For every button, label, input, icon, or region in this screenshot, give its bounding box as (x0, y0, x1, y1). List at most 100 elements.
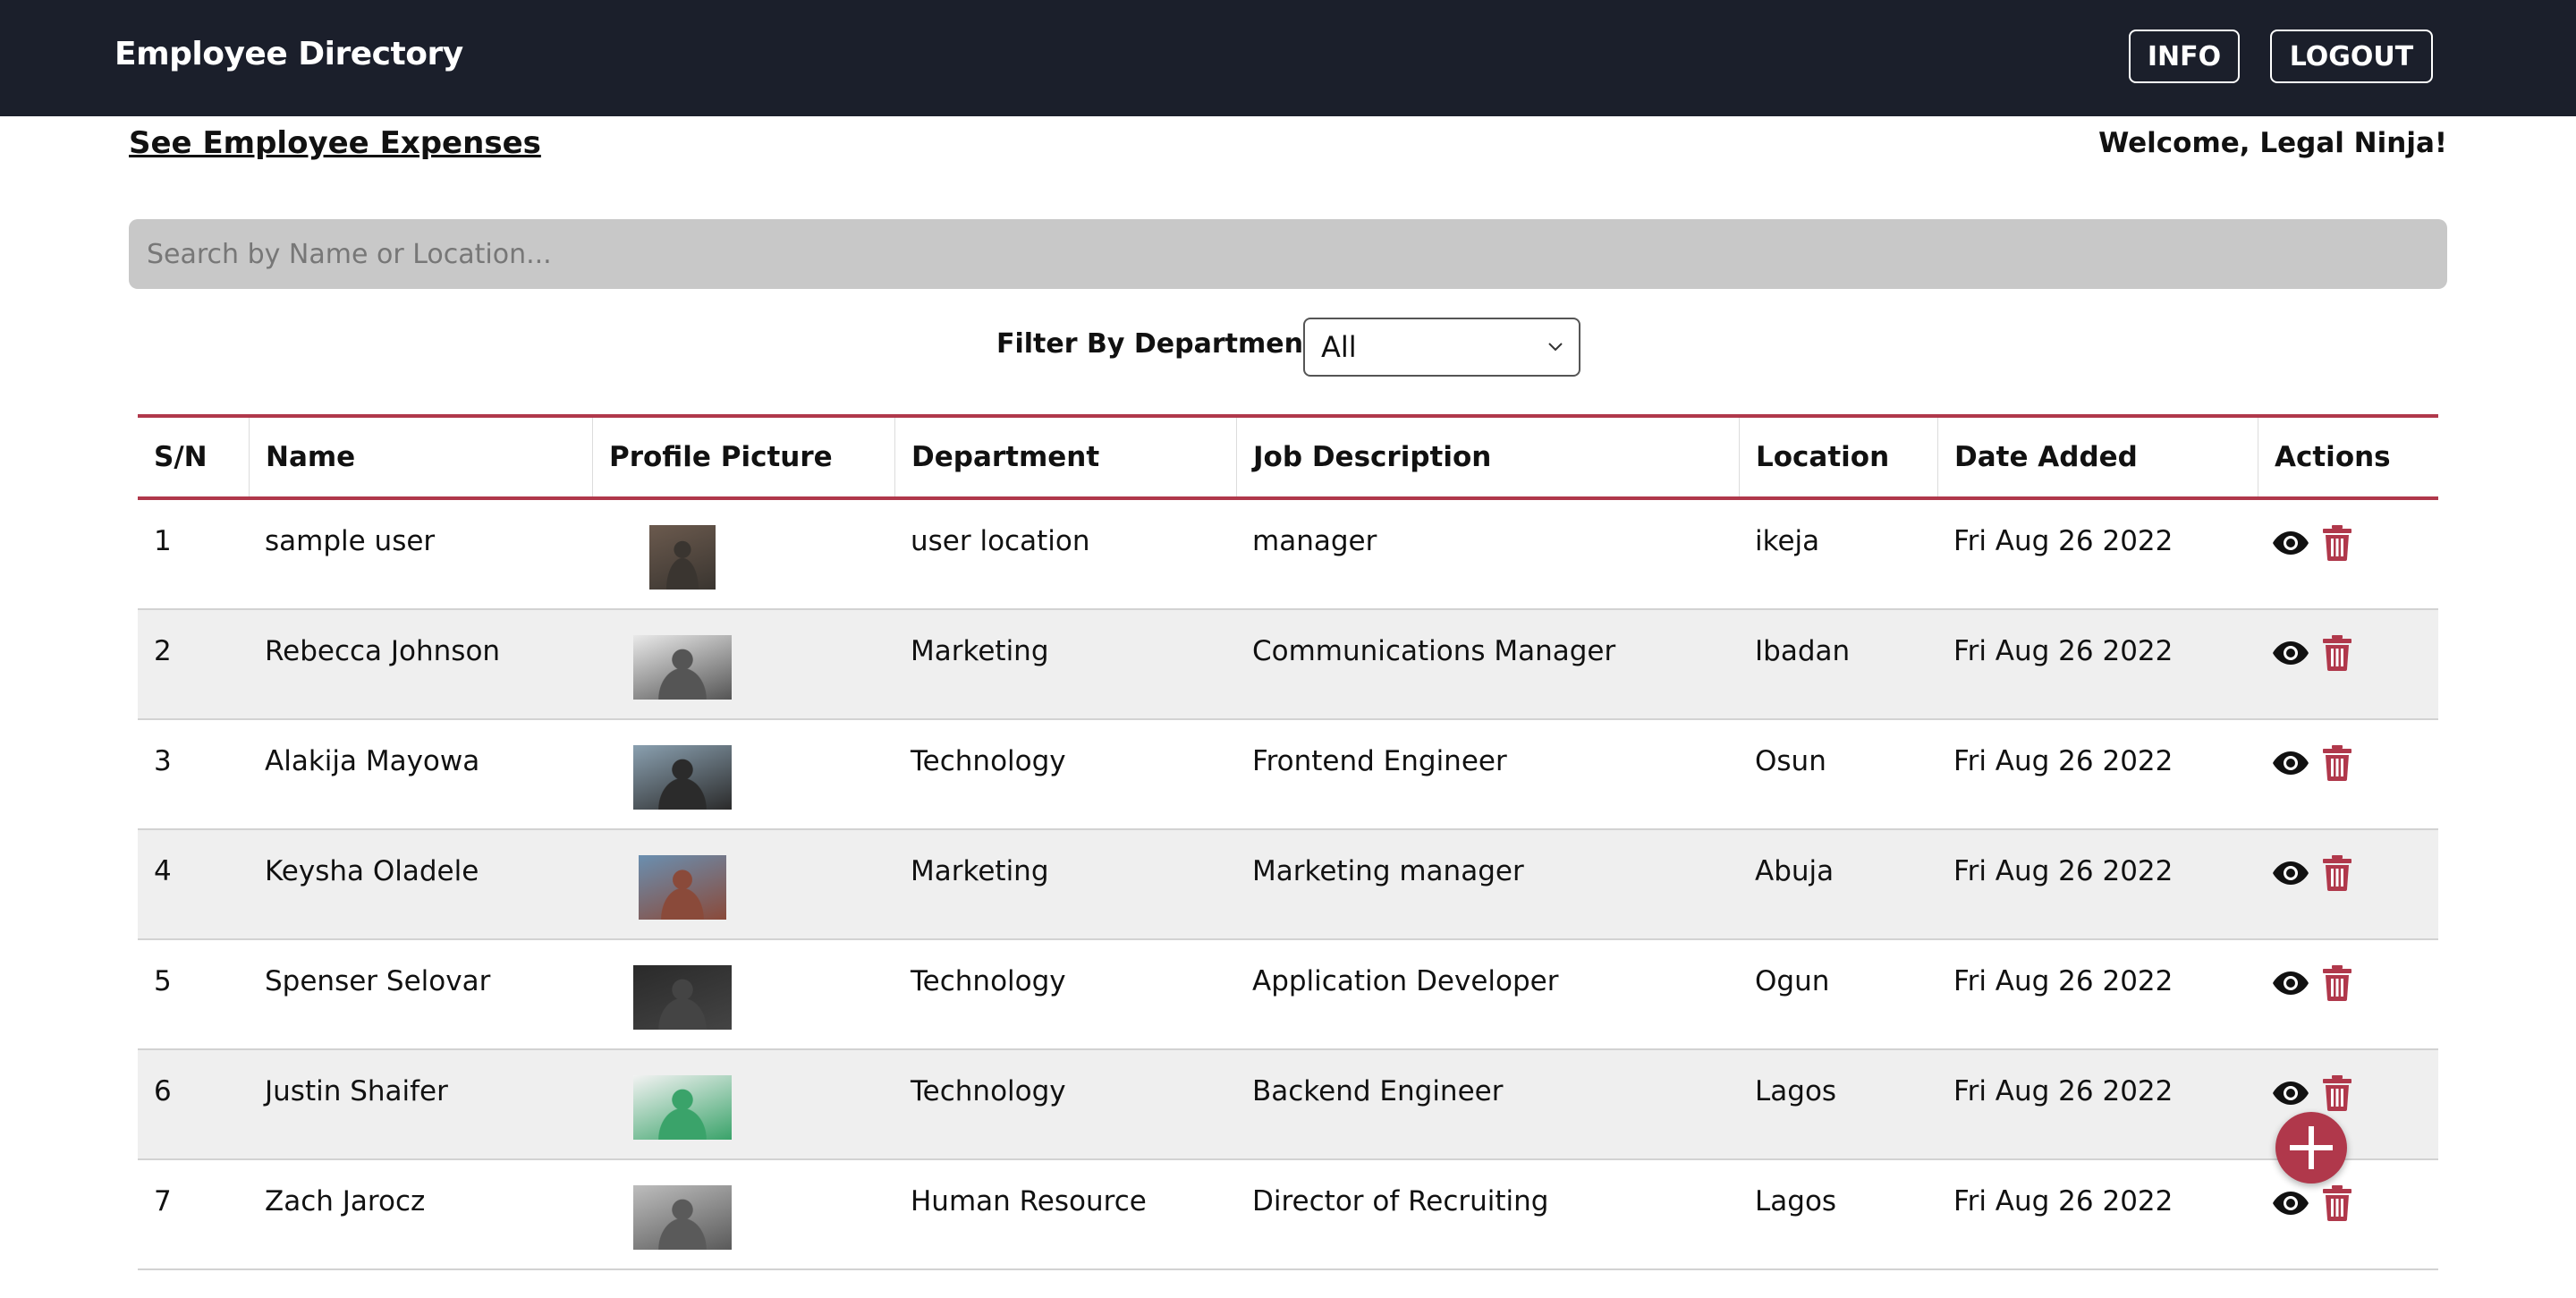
eye-icon[interactable] (2272, 640, 2309, 666)
table-header: S/N Name Profile Picture Department Job … (138, 418, 2438, 500)
cell-location: Lagos (1755, 1185, 1837, 1217)
profile-picture (649, 525, 716, 590)
table-row: 1 sample user user location manager ikej… (138, 500, 2438, 610)
cell-location: Ibadan (1755, 635, 1851, 667)
cell-sn: 7 (154, 1185, 172, 1217)
trash-icon[interactable] (2322, 635, 2352, 671)
cell-date-added: Fri Aug 26 2022 (1953, 525, 2174, 557)
filter-label: Filter By Department: (996, 328, 1327, 360)
cell-job-description: Application Developer (1252, 965, 1559, 997)
table-row: 4 Keysha Oladele Marketing Marketing man… (138, 830, 2438, 940)
column-header-profile-picture: Profile Picture (592, 418, 894, 496)
cell-location: ikeja (1755, 525, 1820, 557)
cell-department: Marketing (911, 855, 1049, 887)
profile-picture (633, 745, 732, 810)
table-row: 6 Justin Shaifer Technology Backend Engi… (138, 1050, 2438, 1160)
cell-date-added: Fri Aug 26 2022 (1953, 1075, 2174, 1107)
cell-department: Technology (911, 1075, 1066, 1107)
cell-job-description: Backend Engineer (1252, 1075, 1504, 1107)
cell-date-added: Fri Aug 26 2022 (1953, 635, 2174, 667)
cell-name: Spenser Selovar (265, 965, 491, 997)
welcome-message: Welcome, Legal Ninja! (2098, 127, 2447, 159)
table-row: 2 Rebecca Johnson Marketing Communicatio… (138, 610, 2438, 720)
profile-picture (633, 1075, 732, 1140)
eye-icon[interactable] (2272, 1080, 2309, 1107)
column-header-job-description: Job Description (1236, 418, 1739, 496)
cell-sn: 5 (154, 965, 172, 997)
cell-department: Technology (911, 745, 1066, 777)
app-title: Employee Directory (114, 36, 463, 72)
eye-icon[interactable] (2272, 970, 2309, 997)
trash-icon[interactable] (2322, 745, 2352, 781)
cell-department: Technology (911, 965, 1066, 997)
cell-date-added: Fri Aug 26 2022 (1953, 745, 2174, 777)
cell-name: Justin Shaifer (265, 1075, 448, 1107)
cell-date-added: Fri Aug 26 2022 (1953, 855, 2174, 887)
cell-location: Ogun (1755, 965, 1830, 997)
trash-icon[interactable] (2322, 525, 2352, 561)
cell-department: Human Resource (911, 1185, 1147, 1217)
cell-location: Lagos (1755, 1075, 1837, 1107)
cell-sn: 6 (154, 1075, 172, 1107)
table-row: 5 Spenser Selovar Technology Application… (138, 940, 2438, 1050)
cell-department: user location (911, 525, 1090, 557)
plus-icon (2290, 1126, 2333, 1169)
info-button[interactable]: INFO (2129, 30, 2240, 83)
eye-icon[interactable] (2272, 530, 2309, 556)
row-actions (2272, 965, 2352, 1001)
cell-sn: 3 (154, 745, 172, 777)
cell-job-description: manager (1252, 525, 1377, 557)
chevron-down-icon (1548, 343, 1563, 352)
cell-department: Marketing (911, 635, 1049, 667)
row-actions (2272, 525, 2352, 561)
navbar: Employee Directory INFO LOGOUT (0, 0, 2576, 116)
column-header-name: Name (249, 418, 592, 496)
cell-name: sample user (265, 525, 436, 557)
cell-job-description: Marketing manager (1252, 855, 1524, 887)
table-body: 1 sample user user location manager ikej… (138, 500, 2438, 1270)
employee-expenses-link[interactable]: See Employee Expenses (129, 125, 541, 161)
profile-picture (633, 1185, 732, 1250)
department-select-value: All (1321, 330, 1357, 364)
cell-location: Abuja (1755, 855, 1835, 887)
row-actions (2272, 1185, 2352, 1221)
eye-icon[interactable] (2272, 750, 2309, 776)
column-header-location: Location (1739, 418, 1937, 496)
cell-sn: 1 (154, 525, 172, 557)
column-header-department: Department (894, 418, 1236, 496)
column-header-date-added: Date Added (1937, 418, 2258, 496)
profile-picture (639, 855, 726, 920)
trash-icon[interactable] (2322, 965, 2352, 1001)
cell-job-description: Communications Manager (1252, 635, 1616, 667)
profile-picture (633, 635, 732, 700)
cell-location: Osun (1755, 745, 1826, 777)
department-select[interactable]: All (1303, 318, 1580, 377)
cell-job-description: Director of Recruiting (1252, 1185, 1549, 1217)
add-employee-button[interactable] (2275, 1112, 2347, 1183)
column-header-actions: Actions (2258, 418, 2438, 496)
cell-job-description: Frontend Engineer (1252, 745, 1507, 777)
row-actions (2272, 855, 2352, 891)
row-actions (2272, 1075, 2352, 1111)
eye-icon[interactable] (2272, 860, 2309, 887)
trash-icon[interactable] (2322, 1075, 2352, 1111)
cell-name: Zach Jarocz (265, 1185, 426, 1217)
table-row: 3 Alakija Mayowa Technology Frontend Eng… (138, 720, 2438, 830)
cell-name: Keysha Oladele (265, 855, 479, 887)
employee-table: S/N Name Profile Picture Department Job … (138, 414, 2438, 1270)
table-row: 7 Zach Jarocz Human Resource Director of… (138, 1160, 2438, 1270)
cell-name: Rebecca Johnson (265, 635, 501, 667)
row-actions (2272, 745, 2352, 781)
cell-date-added: Fri Aug 26 2022 (1953, 965, 2174, 997)
cell-date-added: Fri Aug 26 2022 (1953, 1185, 2174, 1217)
eye-icon[interactable] (2272, 1190, 2309, 1217)
search-input[interactable] (129, 219, 2447, 289)
cell-sn: 2 (154, 635, 172, 667)
row-actions (2272, 635, 2352, 671)
trash-icon[interactable] (2322, 855, 2352, 891)
cell-name: Alakija Mayowa (265, 745, 480, 777)
trash-icon[interactable] (2322, 1185, 2352, 1221)
profile-picture (633, 965, 732, 1030)
logout-button[interactable]: LOGOUT (2270, 30, 2433, 83)
cell-sn: 4 (154, 855, 172, 887)
